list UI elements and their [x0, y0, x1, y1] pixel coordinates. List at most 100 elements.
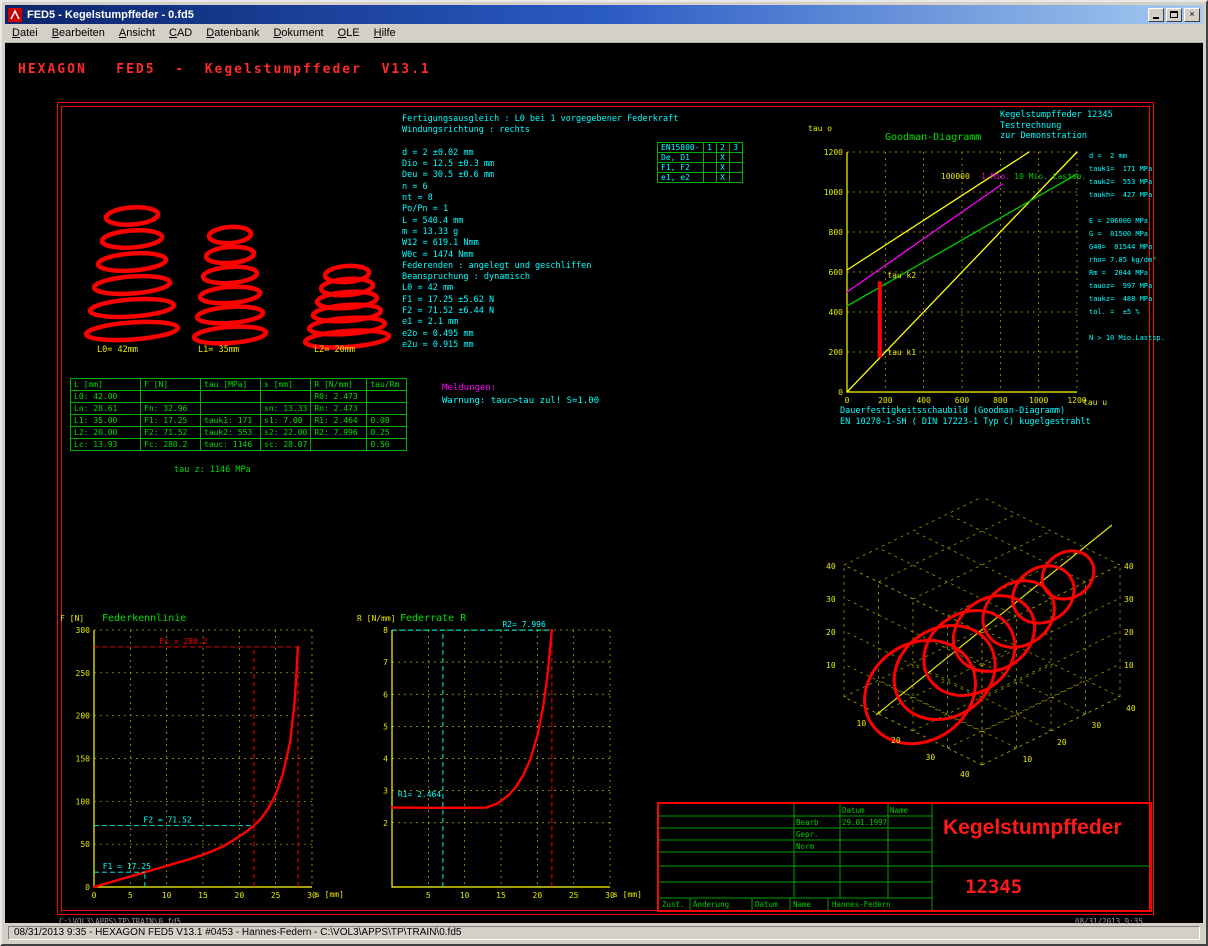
- spec-line: W12 = 619.1 Nmm: [402, 238, 678, 249]
- svg-text:40: 40: [826, 562, 836, 571]
- svg-text:600: 600: [829, 268, 844, 277]
- spec-line: W0c = 1474 Nmm: [402, 250, 678, 261]
- column-header: R [N/mm]: [311, 379, 367, 391]
- svg-text:20: 20: [1057, 738, 1067, 747]
- table-cell: F1: 17.25: [141, 415, 201, 427]
- svg-text:Federrate R: Federrate R: [400, 613, 467, 624]
- spec-line: L0 = 42 mm: [402, 283, 678, 294]
- column-header: s [mm]: [261, 379, 311, 391]
- svg-text:100: 100: [76, 797, 91, 806]
- en-col-header: 3: [729, 143, 742, 153]
- tb-gepr-label: Gepr.: [796, 830, 819, 839]
- column-header: tau/Rm: [367, 379, 407, 391]
- tb-name-header: Name: [890, 806, 908, 815]
- spec-line: d = 2 ±0.02 mm: [402, 148, 678, 159]
- table-cell: sc: 28.07: [261, 439, 311, 451]
- spring-drawings: [2, 2, 422, 362]
- svg-text:50: 50: [80, 840, 90, 849]
- svg-text:tau k2: tau k2: [887, 271, 916, 280]
- svg-text:20: 20: [826, 628, 836, 637]
- iso-svg: 10101010202020203030303040404040: [812, 457, 1157, 802]
- svg-text:800: 800: [829, 228, 844, 237]
- table-row: L0: 42.00 R0: 2.473: [71, 391, 407, 403]
- svg-text:s [mm]: s [mm]: [613, 890, 642, 899]
- table-row: Ln: 28.61Fn: 32.96 sn: 13.33Rn: 2.473: [71, 403, 407, 415]
- svg-text:300: 300: [76, 626, 91, 635]
- svg-text:10: 10: [857, 719, 867, 728]
- part-name: Kegelstumpffeder: [943, 816, 1122, 840]
- svg-text:10: 10: [162, 891, 172, 900]
- svg-text:10: 10: [460, 891, 470, 900]
- en-row-label: F1, F2: [658, 163, 704, 173]
- svg-text:10: 10: [826, 661, 836, 670]
- spring-l0: [86, 206, 179, 343]
- svg-text:400: 400: [916, 396, 931, 405]
- spec-line: m = 13.33 g: [402, 227, 678, 238]
- svg-text:150: 150: [76, 755, 91, 764]
- table-cell: [311, 439, 367, 451]
- caption-line: EN 10270-1-SH ( DIN 17223-1 Typ C) kugel…: [840, 417, 1091, 428]
- table-cell: s2: 22.00: [261, 427, 311, 439]
- en-mark-cell: [703, 163, 716, 173]
- en-mark-cell: X: [716, 163, 729, 173]
- spec-line: n = 6: [402, 182, 678, 193]
- svg-text:30: 30: [1124, 595, 1134, 604]
- material-line: [1089, 202, 1165, 215]
- material-data-block: d = 2 mmtauk1= 171 MPatauk2= 553 MPatauk…: [1089, 150, 1165, 345]
- messages-block: Meldungen: Warnung: tauc>tau zul! S=1.00: [442, 382, 599, 408]
- spring-label-l1: L1= 35mm: [198, 345, 239, 355]
- material-line: taukz= 488 MPa: [1089, 293, 1165, 306]
- svg-text:200: 200: [76, 712, 91, 721]
- spec-line: e2u = 0.915 mm: [402, 340, 678, 351]
- tb-datum-label: Datum: [755, 900, 778, 909]
- svg-text:200: 200: [878, 396, 893, 405]
- warning-text: Warnung: tauc>tau zul! S=1.00: [442, 395, 599, 408]
- spec-line: nt = 8: [402, 193, 678, 204]
- spring-l2: [305, 264, 390, 349]
- svg-text:6: 6: [383, 690, 388, 699]
- column-header: F [N]: [141, 379, 201, 391]
- table-cell: Fc: 280.2: [141, 439, 201, 451]
- table-cell: Fn: 32.96: [141, 403, 201, 415]
- en-mark-cell: [703, 173, 716, 183]
- en-mark-cell: X: [716, 153, 729, 163]
- material-line: [1089, 319, 1165, 332]
- spring-label-l0: L0= 42mm: [97, 345, 138, 355]
- svg-text:1 Mio.: 1 Mio.: [981, 172, 1010, 181]
- spec-line: Deu = 30.5 ±0.6 mm: [402, 170, 678, 181]
- table-row: Lc: 13.93Fc: 280.2tauc: 1146sc: 28.07 0.…: [71, 439, 407, 451]
- svg-text:20: 20: [1124, 628, 1134, 637]
- part-number: 12345: [965, 876, 1022, 898]
- svg-text:tau k1: tau k1: [887, 348, 916, 357]
- messages-title: Meldungen:: [442, 382, 599, 395]
- material-line: tol. = ±5 %: [1089, 306, 1165, 319]
- goodman-diagram: 0200400600800100012000200400600800100012…: [802, 107, 1122, 422]
- table-cell: Lc: 13.93: [71, 439, 141, 451]
- svg-text:400: 400: [829, 308, 844, 317]
- table-cell: L0: 42.00: [71, 391, 141, 403]
- tb-bearb-datum: 29.01.1997: [842, 818, 887, 827]
- table-cell: tauk2: 553: [201, 427, 261, 439]
- svg-text:F1 = 17.25: F1 = 17.25: [103, 862, 151, 871]
- material-line: tauoz= 997 MPa: [1089, 280, 1165, 293]
- chart-svg-federkennlinie: 051015202530050100150200250300Federkennl…: [57, 602, 362, 902]
- tb-aenderung-label: Änderung: [693, 900, 729, 909]
- table-cell: [141, 391, 201, 403]
- table-row: L1: 35.00F1: 17.25tauk1: 171s1: 7.00R1: …: [71, 415, 407, 427]
- en-table-title: EN15800-: [658, 143, 704, 153]
- svg-text:20: 20: [533, 891, 543, 900]
- svg-text:R2= 7.996: R2= 7.996: [502, 620, 546, 629]
- svg-text:25: 25: [271, 891, 281, 900]
- tb-norm-label: Norm: [796, 842, 814, 851]
- tb-name-label: Name: [793, 900, 811, 909]
- svg-text:40: 40: [1124, 562, 1134, 571]
- material-line: G40= 81544 MPa: [1089, 241, 1165, 254]
- table-cell: tauk1: 171: [201, 415, 261, 427]
- app-window: FED5 - Kegelstumpffeder - 0.fd5 × DateiB…: [0, 0, 1208, 946]
- table-cell: sn: 13.33: [261, 403, 311, 415]
- svg-text:100000: 100000: [941, 172, 970, 181]
- spec-line: e1 = 2.1 mm: [402, 317, 678, 328]
- table-row: L2: 20.00F2: 71.52tauk2: 553s2: 22.00R2:…: [71, 427, 407, 439]
- en-row-label: De, D1: [658, 153, 704, 163]
- spec-line: Windungsrichtung : rechts: [402, 125, 678, 136]
